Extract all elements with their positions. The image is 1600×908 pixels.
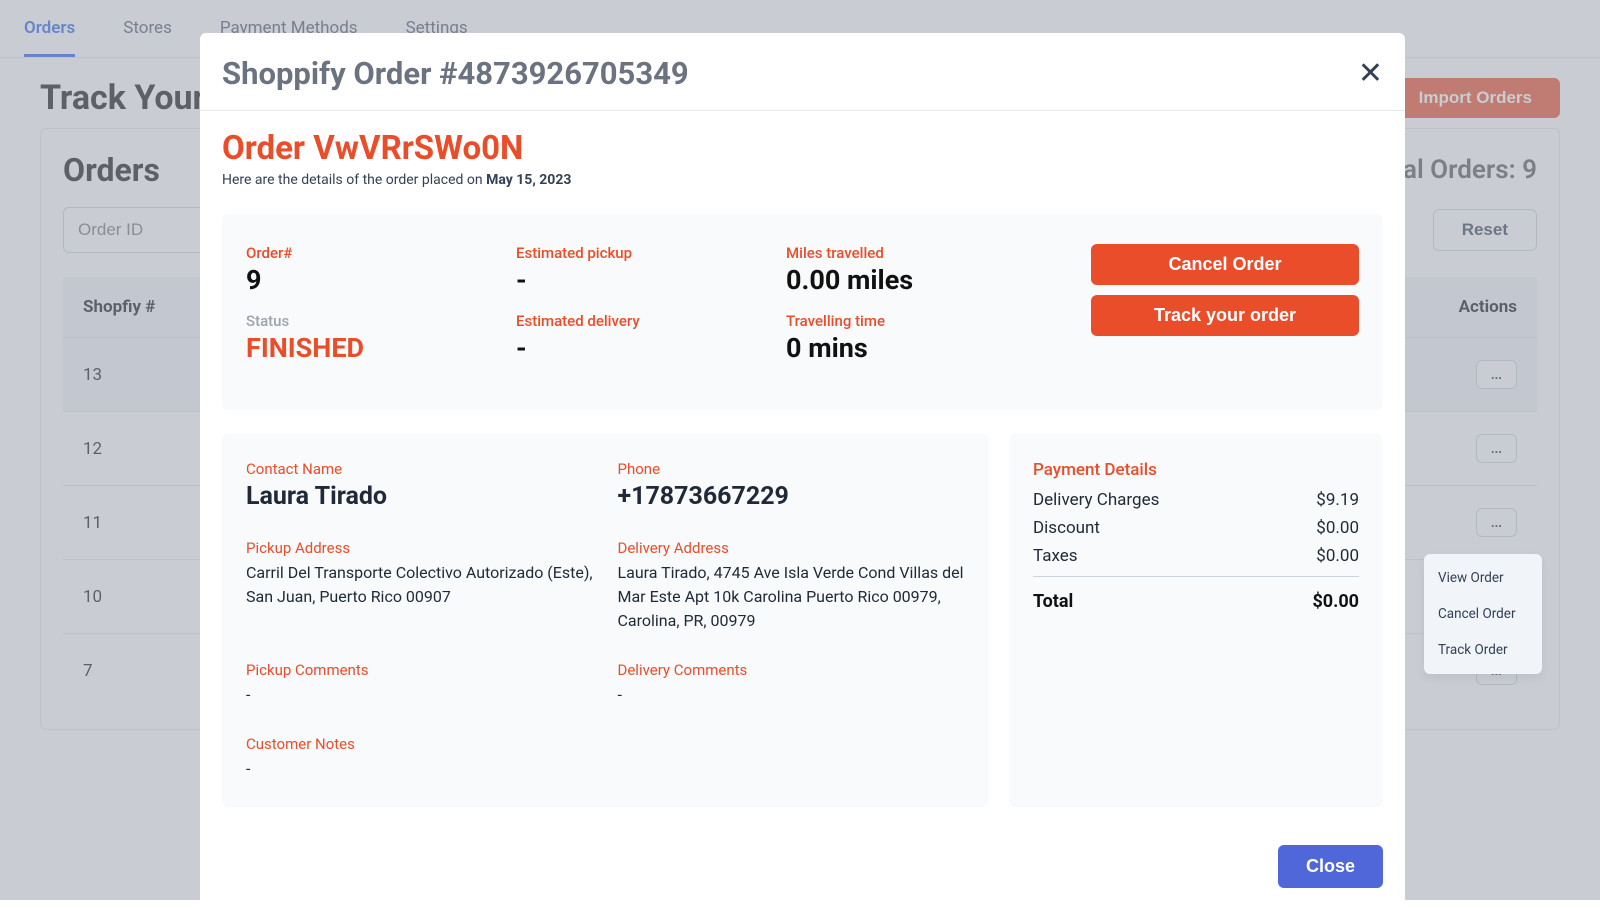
order-title: Order VwVRrSWo0N: [222, 129, 1383, 168]
status-value: FINISHED: [246, 332, 506, 364]
payment-row: Discount $0.00: [1033, 518, 1359, 538]
track-order-button[interactable]: Track your order: [1091, 295, 1359, 336]
phone-label: Phone: [618, 460, 966, 478]
menu-track-order[interactable]: Track Order: [1424, 632, 1542, 668]
delivery-label: Estimated delivery: [516, 312, 776, 330]
delivery-value: -: [516, 332, 776, 364]
contact-name-label: Contact Name: [246, 460, 594, 478]
menu-view-order[interactable]: View Order: [1424, 560, 1542, 596]
close-button[interactable]: Close: [1278, 845, 1383, 888]
order-detail-modal: Shoppify Order #4873926705349 ✕ Order Vw…: [200, 33, 1405, 908]
payment-row: Delivery Charges $9.19: [1033, 490, 1359, 510]
payment-total: Total $0.00: [1033, 576, 1359, 612]
pickup-value: -: [516, 264, 776, 296]
pickup-label: Estimated pickup: [516, 244, 776, 262]
customer-notes-label: Customer Notes: [246, 735, 594, 753]
pickup-address-value: Carril Del Transporte Colectivo Autoriza…: [246, 561, 594, 609]
status-label: Status: [246, 312, 506, 330]
order-num-label: Order#: [246, 244, 506, 262]
miles-value: 0.00 miles: [786, 264, 1046, 296]
cancel-order-button[interactable]: Cancel Order: [1091, 244, 1359, 285]
phone-value: +17873667229: [618, 482, 966, 511]
contact-name-value: Laura Tirado: [246, 482, 594, 511]
payment-row: Taxes $0.00: [1033, 546, 1359, 566]
row-context-menu: View Order Cancel Order Track Order: [1424, 554, 1542, 674]
delivery-address-value: Laura Tirado, 4745 Ave Isla Verde Cond V…: [618, 561, 966, 633]
miles-label: Miles travelled: [786, 244, 1046, 262]
contact-card: Contact Name Laura Tirado Phone +1787366…: [222, 434, 989, 807]
delivery-comments-label: Delivery Comments: [618, 661, 966, 679]
customer-notes-value: -: [246, 757, 594, 781]
summary-box: Order# 9 Status FINISHED Estimated picku…: [222, 214, 1383, 410]
order-num-value: 9: [246, 264, 506, 296]
menu-cancel-order[interactable]: Cancel Order: [1424, 596, 1542, 632]
payment-title: Payment Details: [1033, 460, 1359, 480]
modal-title: Shoppify Order #4873926705349: [222, 55, 689, 92]
order-subtitle: Here are the details of the order placed…: [222, 172, 1383, 188]
time-label: Travelling time: [786, 312, 1046, 330]
pickup-comments-value: -: [246, 683, 594, 707]
delivery-address-label: Delivery Address: [618, 539, 966, 557]
pickup-comments-label: Pickup Comments: [246, 661, 594, 679]
pickup-address-label: Pickup Address: [246, 539, 594, 557]
delivery-comments-value: -: [618, 683, 966, 707]
close-icon[interactable]: ✕: [1358, 56, 1383, 91]
time-value: 0 mins: [786, 332, 1046, 364]
payment-card: Payment Details Delivery Charges $9.19 D…: [1009, 434, 1383, 807]
